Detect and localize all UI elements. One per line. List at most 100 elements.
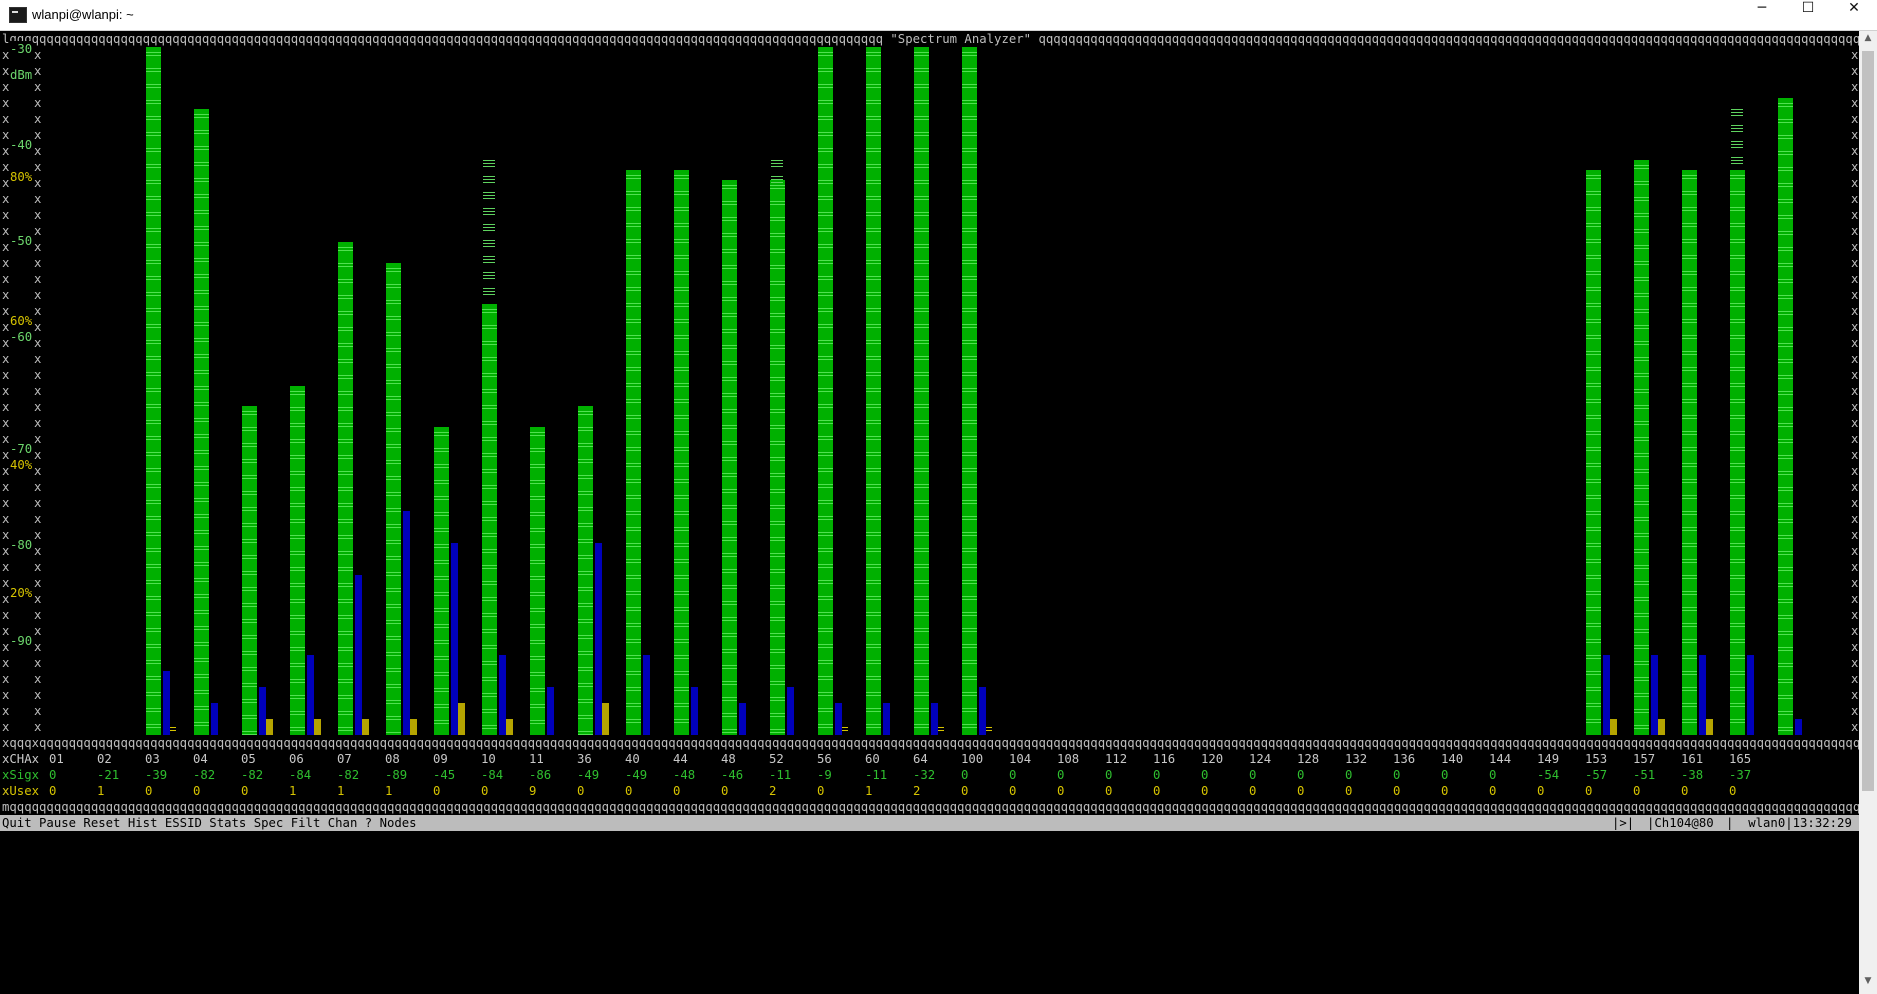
close-button[interactable]: ✕: [1831, 0, 1877, 30]
channel-cell-64: 64: [913, 752, 928, 766]
signal-cell-52: -11: [769, 768, 792, 782]
signal-cell-09: -45: [433, 768, 456, 782]
signal-cell-136: 0: [1393, 768, 1401, 782]
axis-border: x: [2, 576, 10, 590]
axis-border: x: [34, 704, 42, 718]
signal-cell-01: 0: [49, 768, 57, 782]
axis-border: x: [34, 64, 42, 78]
channel-cell-161: 161: [1681, 752, 1704, 766]
channel-status: |Ch104@80: [1647, 816, 1714, 830]
use-cell-112: 0: [1105, 784, 1113, 798]
axis-border: x: [34, 608, 42, 622]
axis-border: x: [34, 288, 42, 302]
signal-bar-02: [146, 47, 161, 735]
usage-bar-11: [595, 543, 602, 735]
channel-cell-07: 07: [337, 752, 352, 766]
maximize-button[interactable]: ☐: [1785, 0, 1831, 30]
usage-bar-157: [1699, 655, 1706, 735]
signal-cell-120: 0: [1201, 768, 1209, 782]
right-border: x: [1851, 672, 1859, 686]
use-cell-09: 0: [433, 784, 441, 798]
signal-cell-100: 0: [961, 768, 969, 782]
axis-border: x: [2, 96, 10, 110]
channel-cell-157: 157: [1633, 752, 1656, 766]
signal-cell-44: -48: [673, 768, 696, 782]
channel-cell-149: 149: [1537, 752, 1560, 766]
minimize-button[interactable]: ─: [1739, 0, 1785, 30]
usage-bar-09: [499, 655, 506, 735]
right-border: x: [1851, 416, 1859, 430]
axis-border: x: [2, 176, 10, 190]
right-border: x: [1851, 624, 1859, 638]
right-border: x: [1851, 400, 1859, 414]
menu-items[interactable]: Quit Pause Reset Hist ESSID Stats Spec F…: [2, 815, 417, 831]
axis-border: x: [2, 272, 10, 286]
percent-axis-label: 80%: [10, 169, 33, 185]
use-cell-03: 0: [145, 784, 153, 798]
usage-bar-36: [643, 655, 650, 735]
usage-bar-02: [163, 671, 170, 735]
channel-cell-60: 60: [865, 752, 880, 766]
axis-border: x: [34, 560, 42, 574]
right-border: x: [1851, 688, 1859, 702]
signal-cell-128: 0: [1297, 768, 1305, 782]
use-cell-11: 9: [529, 784, 537, 798]
channel-cell-104: 104: [1009, 752, 1032, 766]
axis-border: x: [2, 608, 10, 622]
axis-border: x: [34, 576, 42, 590]
use-bar-06: [362, 719, 369, 735]
signal-cell-02: -21: [97, 768, 120, 782]
axis-border: x: [2, 128, 10, 142]
use-tick-64: [986, 727, 992, 732]
axis-border: x: [2, 208, 10, 222]
axis-border: x: [2, 624, 10, 638]
axis-border: x: [34, 688, 42, 702]
signal-bar-09: [482, 303, 497, 735]
right-border: x: [1851, 192, 1859, 206]
percent-axis-label: 20%: [10, 585, 33, 601]
terminal-screen[interactable]: lqqqqqqqqqqqqqqqqqqqqqqqqqqqqqqqqqqqqqqq…: [0, 31, 1859, 994]
axis-border: x: [34, 672, 42, 686]
use-cell-100: 0: [961, 784, 969, 798]
use-bar-07: [410, 719, 417, 735]
signal-bar-157: [1682, 170, 1697, 735]
channel-cell-124: 124: [1249, 752, 1272, 766]
dbm-axis-label: -40: [10, 137, 33, 153]
usage-bar-60: [931, 703, 938, 735]
right-border: x: [1851, 592, 1859, 606]
signal-cell-140: 0: [1441, 768, 1449, 782]
usage-bar-153: [1651, 655, 1658, 735]
use-cell-124: 0: [1249, 784, 1257, 798]
use-bar-04: [266, 719, 273, 735]
axis-border: x: [2, 240, 10, 254]
analyzer-bottom-border: mqqqqqqqqqqqqqqqqqqqqqqqqqqqqqqqqqqqqqqq…: [2, 800, 1859, 814]
channel-cell-09: 09: [433, 752, 448, 766]
scroll-up-icon[interactable]: ▲: [1859, 33, 1877, 49]
channel-cell-132: 132: [1345, 752, 1368, 766]
use-tick-02: [170, 727, 176, 732]
scrollbar-thumb[interactable]: [1862, 51, 1874, 791]
usage-bar-05: [307, 655, 314, 735]
signal-bar-36: [626, 170, 641, 735]
axis-border: x: [2, 560, 10, 574]
signal-cell-124: 0: [1249, 768, 1257, 782]
right-border: x: [1851, 448, 1859, 462]
usage-bar-48: [787, 687, 794, 735]
scroll-down-icon[interactable]: ▼: [1859, 976, 1877, 992]
use-tick-52: [842, 727, 848, 732]
vertical-scrollbar[interactable]: ▲ ▼: [1859, 31, 1877, 994]
use-cell-40: 0: [625, 784, 633, 798]
axis-border: x: [2, 464, 10, 478]
usage-bar-44: [739, 703, 746, 735]
use-cell-48: 0: [721, 784, 729, 798]
signal-cell-161: -38: [1681, 768, 1704, 782]
history-tick-09: [483, 287, 495, 296]
axis-border: x: [2, 336, 10, 350]
menu-bar[interactable]: Quit Pause Reset Hist ESSID Stats Spec F…: [0, 815, 1859, 831]
axis-border: x: [2, 432, 10, 446]
right-border: x: [1851, 112, 1859, 126]
axis-border: x: [2, 544, 10, 558]
analyzer-top-border: lqqqqqqqqqqqqqqqqqqqqqqqqqqqqqqqqqqqqqqq…: [2, 32, 1859, 46]
axis-border: x: [34, 528, 42, 542]
window-title: wlanpi@wlanpi: ~: [32, 7, 134, 22]
